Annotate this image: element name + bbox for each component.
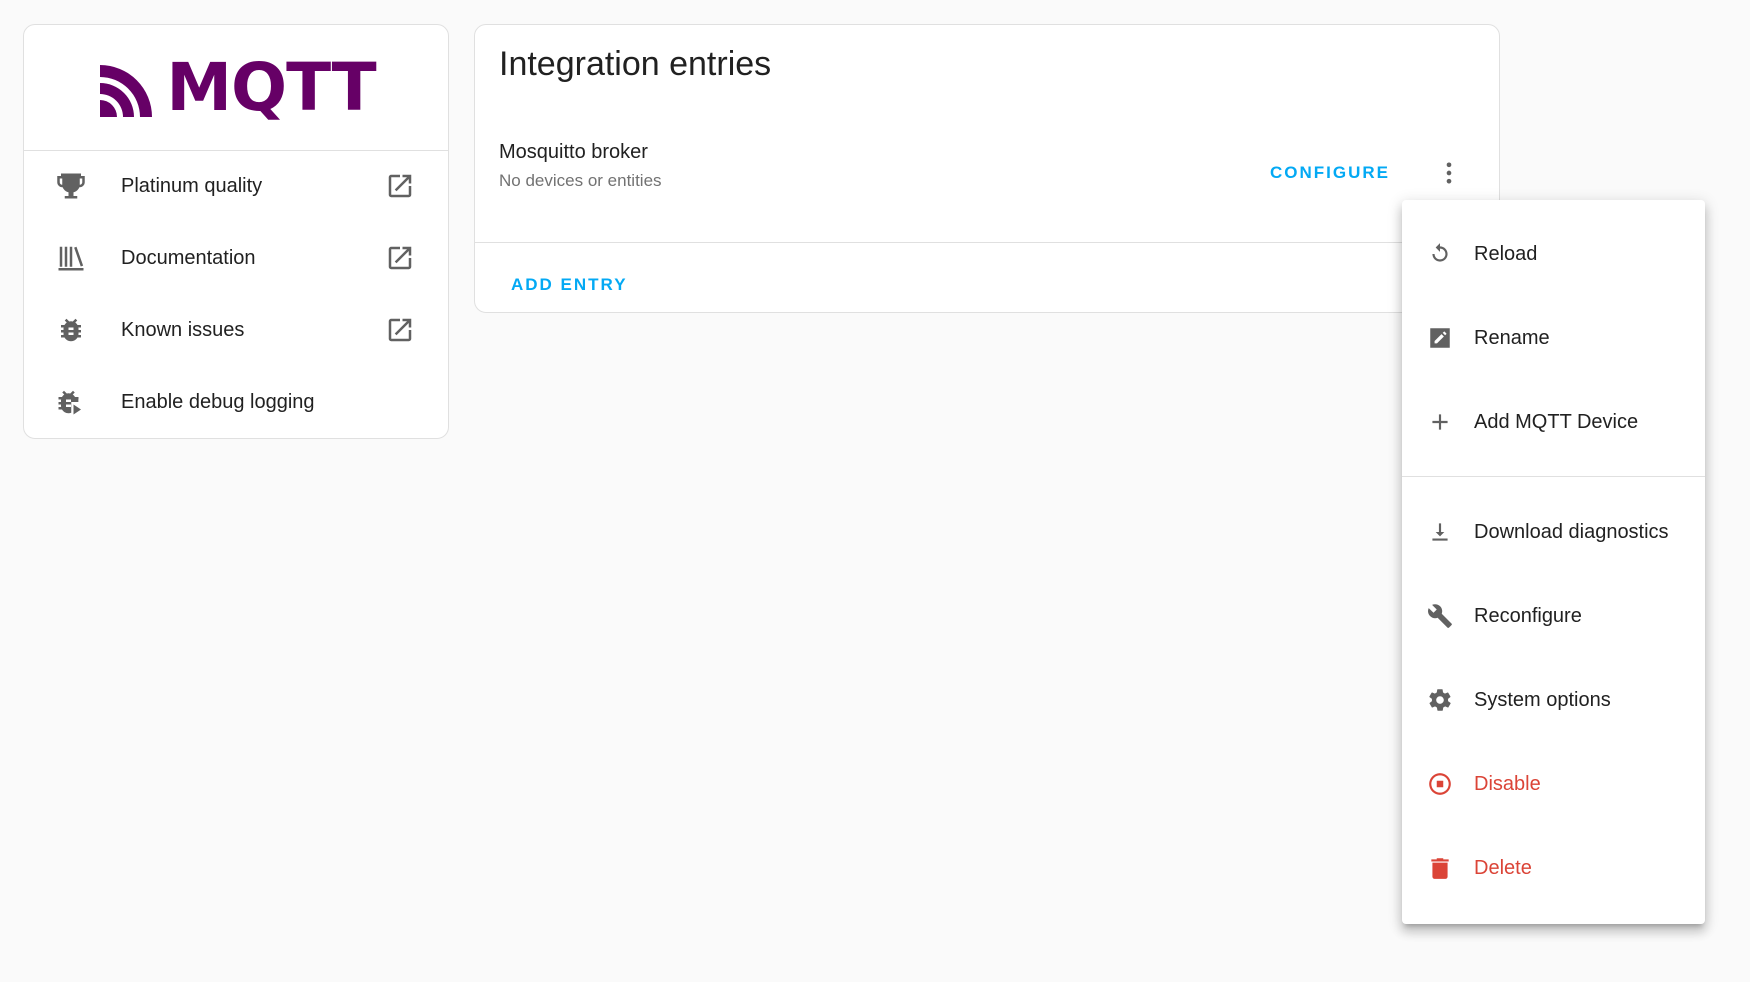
menu-item-delete[interactable]: Delete: [1402, 826, 1705, 910]
open-in-new-icon: [385, 315, 415, 345]
gear-icon: [1426, 686, 1454, 714]
logo-text: MQTT: [166, 48, 376, 126]
menu-item-label: Delete: [1474, 856, 1532, 879]
menu-item-label: Reload: [1474, 242, 1538, 265]
menu-item-reconfigure[interactable]: Reconfigure: [1402, 574, 1705, 658]
mqtt-waves-icon: [100, 64, 153, 117]
mqtt-logo: MQTT: [96, 48, 377, 126]
rename-icon: [1426, 324, 1454, 352]
bookshelf-icon: [56, 243, 86, 273]
entries-title: Integration entries: [499, 45, 772, 83]
entry-overflow-menu: Reload Rename Add MQTT Device Download d…: [1402, 200, 1705, 924]
entry-subtitle: No devices or entities: [499, 171, 662, 190]
menu-item-label: Disable: [1474, 772, 1541, 795]
wrench-icon: [1426, 602, 1454, 630]
logo-area: MQTT: [24, 25, 448, 151]
menu-item-label: Add MQTT Device: [1474, 410, 1639, 433]
entry-name[interactable]: Mosquitto broker: [499, 141, 648, 164]
menu-divider: [1402, 476, 1705, 477]
info-link-label: Documentation: [121, 246, 256, 269]
trophy-icon: [56, 171, 86, 201]
info-link-label: Platinum quality: [121, 174, 263, 197]
menu-item-system-options[interactable]: System options: [1402, 658, 1705, 742]
open-in-new-icon: [385, 243, 415, 273]
plus-icon: [1426, 408, 1454, 436]
info-link-documentation[interactable]: Documentation: [24, 228, 448, 288]
open-in-new-icon: [385, 171, 415, 201]
info-link-enable-debug-logging[interactable]: Enable debug logging: [24, 372, 448, 432]
menu-item-download-diagnostics[interactable]: Download diagnostics: [1402, 490, 1705, 574]
configure-button[interactable]: CONFIGURE: [1245, 153, 1415, 193]
download-icon: [1426, 518, 1454, 546]
menu-item-rename[interactable]: Rename: [1402, 296, 1705, 380]
menu-item-label: Reconfigure: [1474, 604, 1582, 627]
info-link-platinum-quality[interactable]: Platinum quality: [24, 156, 448, 216]
info-link-label: Enable debug logging: [121, 390, 315, 413]
menu-item-disable[interactable]: Disable: [1402, 742, 1705, 826]
stop-circle-icon: [1426, 770, 1454, 798]
menu-item-add-mqtt-device[interactable]: Add MQTT Device: [1402, 380, 1705, 464]
integration-entries-card: Integration entries Mosquitto broker No …: [474, 24, 1500, 313]
bug-play-icon: [56, 387, 86, 417]
dots-vertical-icon: [1435, 159, 1463, 187]
reload-icon: [1426, 240, 1454, 268]
info-link-label: Known issues: [121, 318, 245, 341]
integration-info-card: MQTT Platinum quality Documentation Know…: [23, 24, 449, 439]
menu-item-label: Rename: [1474, 326, 1550, 349]
menu-item-label: System options: [1474, 688, 1611, 711]
menu-item-label: Download diagnostics: [1474, 520, 1669, 543]
bug-icon: [56, 315, 86, 345]
info-link-known-issues[interactable]: Known issues: [24, 300, 448, 360]
menu-item-reload[interactable]: Reload: [1402, 212, 1705, 296]
entries-divider: [475, 242, 1499, 243]
add-entry-button[interactable]: ADD ENTRY: [501, 267, 638, 303]
overflow-menu-button[interactable]: [1425, 149, 1473, 197]
trash-icon: [1426, 854, 1454, 882]
